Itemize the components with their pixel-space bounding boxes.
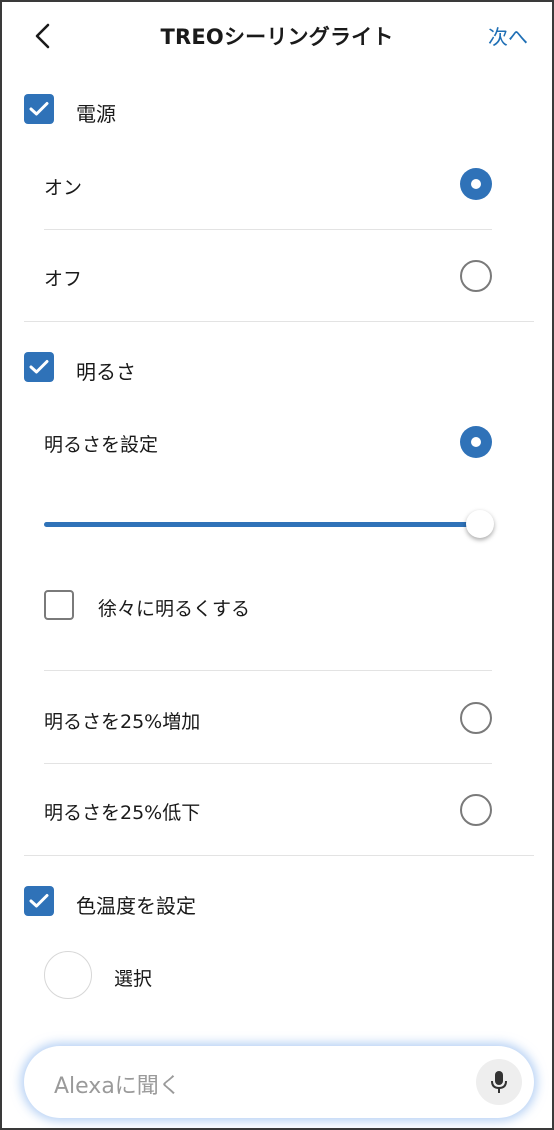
checkmark-icon <box>29 102 49 116</box>
decrease-brightness-radio[interactable] <box>460 794 492 826</box>
power-off-radio[interactable] <box>460 260 492 292</box>
power-checkbox[interactable] <box>24 94 54 124</box>
checkmark-icon <box>29 360 49 374</box>
color-temperature-checkbox[interactable] <box>24 886 54 916</box>
power-on-label: オン <box>44 177 83 199</box>
power-off-label: オフ <box>44 268 83 290</box>
color-temperature-section-label: 色温度を設定 <box>76 894 196 918</box>
increase-brightness-label: 明るさを25%増加 <box>44 711 201 733</box>
divider <box>44 670 492 671</box>
brightness-checkbox[interactable] <box>24 352 54 382</box>
checkmark-icon <box>29 894 49 908</box>
divider <box>44 763 492 764</box>
brightness-section-label: 明るさ <box>76 360 136 384</box>
increase-brightness-radio[interactable] <box>460 702 492 734</box>
brightness-slider-thumb[interactable] <box>466 510 494 538</box>
section-divider <box>24 855 534 856</box>
set-brightness-label: 明るさを設定 <box>44 434 159 456</box>
gradual-brightness-label: 徐々に明るくする <box>98 598 251 620</box>
power-section-label: 電源 <box>76 102 116 126</box>
screen-frame: TREOシーリングライト 次へ 電源 オン オフ 明るさ 明るさを設定 徐々に明… <box>0 0 554 1130</box>
decrease-brightness-label: 明るさを25%低下 <box>44 802 201 824</box>
section-divider <box>24 321 534 322</box>
alexa-input-placeholder[interactable]: Alexaに聞く <box>54 1068 181 1100</box>
gradual-brightness-checkbox[interactable] <box>44 590 74 620</box>
microphone-button[interactable] <box>476 1059 522 1105</box>
divider <box>44 229 492 230</box>
select-color-label[interactable]: 選択 <box>114 964 152 991</box>
microphone-icon <box>491 1071 507 1093</box>
power-on-radio[interactable] <box>460 168 492 200</box>
brightness-slider-track[interactable] <box>44 522 480 527</box>
color-swatch[interactable] <box>44 951 92 999</box>
set-brightness-radio[interactable] <box>460 426 492 458</box>
header: TREOシーリングライト 次へ <box>2 2 552 68</box>
page-title: TREOシーリングライト <box>160 25 394 49</box>
next-button[interactable]: 次へ <box>488 21 528 50</box>
